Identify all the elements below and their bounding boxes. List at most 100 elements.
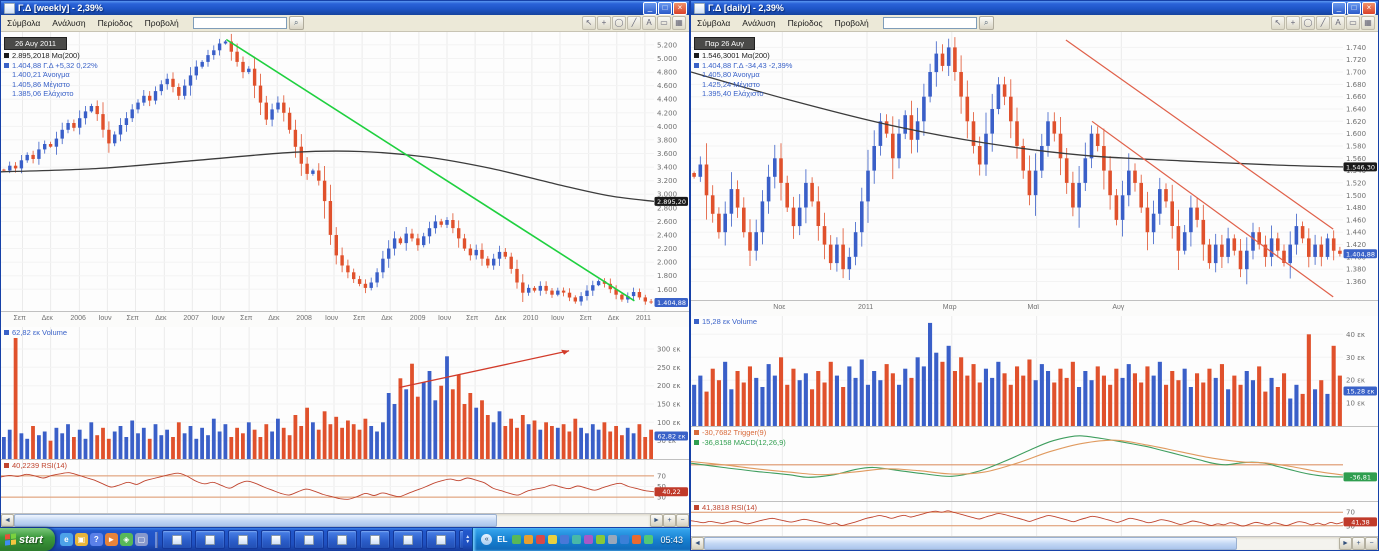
taskbar-window-button[interactable] <box>228 530 258 549</box>
close-button[interactable]: × <box>1362 2 1376 15</box>
save-icon[interactable]: ▦ <box>1361 16 1375 30</box>
tray-icon[interactable] <box>524 535 533 544</box>
svg-text:40 εκ: 40 εκ <box>1346 331 1365 339</box>
scrollbar-thumb[interactable] <box>14 514 497 527</box>
cursor-icon[interactable]: ↖ <box>582 16 596 30</box>
taskbar-window-button[interactable] <box>426 530 456 549</box>
taskbar: start e▣?►◈▢ ▲▼ « EL 05:43 <box>0 528 690 551</box>
svg-text:1.660: 1.660 <box>1346 93 1366 101</box>
titlebar-weekly[interactable]: Γ.Δ [weekly] - 2,39% _ □ × <box>1 1 689 15</box>
symbol-search-input[interactable] <box>193 17 287 29</box>
menu-item-Περίοδος[interactable]: Περίοδος <box>782 17 829 29</box>
crosshair-icon[interactable]: + <box>597 16 611 30</box>
volume-chart-weekly[interactable]: 62,82 εκ Volume 300 εκ250 εκ200 εκ150 εκ… <box>1 327 689 459</box>
cursor-icon[interactable]: ↖ <box>1271 16 1285 30</box>
price-chart-daily[interactable]: Παρ 26 Αυγ 1.546,3001 Μα(200)1.404,88 Γ.… <box>691 32 1378 300</box>
text-icon[interactable]: A <box>642 16 656 30</box>
chart-canvas[interactable]: 300 εκ250 εκ200 εκ150 εκ100 εκ50 εκ62,82… <box>1 327 689 459</box>
taskbar-window-button[interactable] <box>195 530 225 549</box>
taskbar-window-button[interactable] <box>162 530 192 549</box>
chart-canvas[interactable]: 5.2005.0004.8004.6004.4004.2004.0003.800… <box>1 32 689 311</box>
x-axis-label: Ιουν <box>211 315 224 322</box>
scroll-left-button[interactable]: ◄ <box>691 537 704 550</box>
menu-item-Ανάλυση[interactable]: Ανάλυση <box>46 17 91 29</box>
scrollbar-track[interactable] <box>14 514 650 527</box>
svg-text:3.400: 3.400 <box>657 164 677 172</box>
tray-icon[interactable] <box>632 535 641 544</box>
scroll-left-button[interactable]: ◄ <box>1 514 14 527</box>
rsi-chart-daily[interactable]: 41,3818 RSI(14) 703041,38 <box>691 501 1378 536</box>
save-icon[interactable]: ▦ <box>672 16 686 30</box>
minimize-button[interactable]: _ <box>643 2 657 15</box>
scrollbar-track[interactable] <box>704 537 1339 550</box>
trendline-icon[interactable]: ╱ <box>627 16 641 30</box>
maximize-button[interactable]: □ <box>658 2 672 15</box>
trendline-icon[interactable]: ╱ <box>1316 16 1330 30</box>
rsi-chart-weekly[interactable]: 40,2239 RSI(14) 70503040,22 <box>1 459 689 513</box>
svg-text:1.640: 1.640 <box>1346 106 1366 114</box>
chart-canvas[interactable]: 703041,38 <box>691 502 1378 536</box>
menu-item-Περίοδος[interactable]: Περίοδος <box>92 17 139 29</box>
tray-icon[interactable] <box>560 535 569 544</box>
volume-chart-daily[interactable]: 15,28 εκ Volume 40 εκ30 εκ20 εκ10 εκ15,2… <box>691 316 1378 426</box>
zoom-in-button[interactable]: + <box>663 514 676 527</box>
menu-item-Ανάλυση[interactable]: Ανάλυση <box>736 17 781 29</box>
ellipse-icon[interactable]: ◯ <box>1301 16 1315 30</box>
rectangle-icon[interactable]: ▭ <box>657 16 671 30</box>
zoom-out-button[interactable]: − <box>676 514 689 527</box>
menu-item-Προβολή[interactable]: Προβολή <box>829 17 875 29</box>
help-icon[interactable]: ? <box>90 533 103 546</box>
tray-icon[interactable] <box>548 535 557 544</box>
menu-item-Σύμβολα[interactable]: Σύμβολα <box>1 17 46 29</box>
tray-icon[interactable] <box>512 535 521 544</box>
tray-icon[interactable] <box>584 535 593 544</box>
search-icon[interactable]: ⌕ <box>979 16 994 30</box>
zoom-in-button[interactable]: + <box>1352 537 1365 550</box>
taskbar-window-button[interactable] <box>294 530 324 549</box>
maximize-button[interactable]: □ <box>1347 2 1361 15</box>
tray-icon[interactable] <box>596 535 605 544</box>
taskbar-clock[interactable]: 05:43 <box>656 535 683 545</box>
media-player-icon[interactable]: ► <box>105 533 118 546</box>
taskbar-window-button[interactable] <box>261 530 291 549</box>
titlebar-daily[interactable]: Γ.Δ [daily] - 2,39% _ □ × <box>691 1 1378 15</box>
language-indicator[interactable]: EL <box>495 535 509 544</box>
chart-canvas[interactable]: 70503040,22 <box>1 460 689 513</box>
taskbar-window-button[interactable] <box>360 530 390 549</box>
scroll-right-button[interactable]: ► <box>1339 537 1352 550</box>
price-chart-weekly[interactable]: 26 Αυγ 2011 2.895,2018 Μα(200)1.404,88 Γ… <box>1 32 689 311</box>
crosshair-icon[interactable]: + <box>1286 16 1300 30</box>
menu-item-Σύμβολα[interactable]: Σύμβολα <box>691 17 736 29</box>
folder-icon[interactable]: ▣ <box>75 533 88 546</box>
ellipse-icon[interactable]: ◯ <box>612 16 626 30</box>
close-button[interactable]: × <box>673 2 687 15</box>
taskbar-window-button[interactable] <box>393 530 423 549</box>
taskbar-scroll-arrows[interactable]: ▲▼ <box>463 528 472 551</box>
chart-canvas[interactable]: 1.7401.7201.7001.6801.6601.6401.6201.600… <box>691 32 1378 300</box>
rectangle-icon[interactable]: ▭ <box>1346 16 1360 30</box>
tray-icon[interactable] <box>608 535 617 544</box>
messenger-icon[interactable]: ◈ <box>120 533 133 546</box>
chart-canvas[interactable]: 40 εκ30 εκ20 εκ10 εκ15,28 εκ <box>691 316 1378 426</box>
window-mini-icon <box>172 535 182 545</box>
chart-canvas[interactable]: -36,81 <box>691 427 1378 501</box>
svg-text:1.440: 1.440 <box>1346 229 1366 237</box>
text-icon[interactable]: A <box>1331 16 1345 30</box>
minimize-button[interactable]: _ <box>1332 2 1346 15</box>
scroll-right-button[interactable]: ► <box>650 514 663 527</box>
search-icon[interactable]: ⌕ <box>289 16 304 30</box>
desktop-icon[interactable]: ▢ <box>135 533 148 546</box>
menu-item-Προβολή[interactable]: Προβολή <box>139 17 185 29</box>
tray-icon[interactable] <box>536 535 545 544</box>
macd-chart-daily[interactable]: -30,7682 Trigger(9)-36,8158 MACD(12,26,9… <box>691 426 1378 501</box>
zoom-out-button[interactable]: − <box>1365 537 1378 550</box>
taskbar-window-button[interactable] <box>327 530 357 549</box>
scrollbar-thumb[interactable] <box>704 537 1237 550</box>
start-button[interactable]: start <box>0 528 55 551</box>
hidden-icons-chevron[interactable]: « <box>481 534 492 545</box>
tray-icon[interactable] <box>572 535 581 544</box>
symbol-search-input[interactable] <box>883 17 977 29</box>
ie-icon[interactable]: e <box>60 533 73 546</box>
tray-icon[interactable] <box>644 535 653 544</box>
tray-icon[interactable] <box>620 535 629 544</box>
